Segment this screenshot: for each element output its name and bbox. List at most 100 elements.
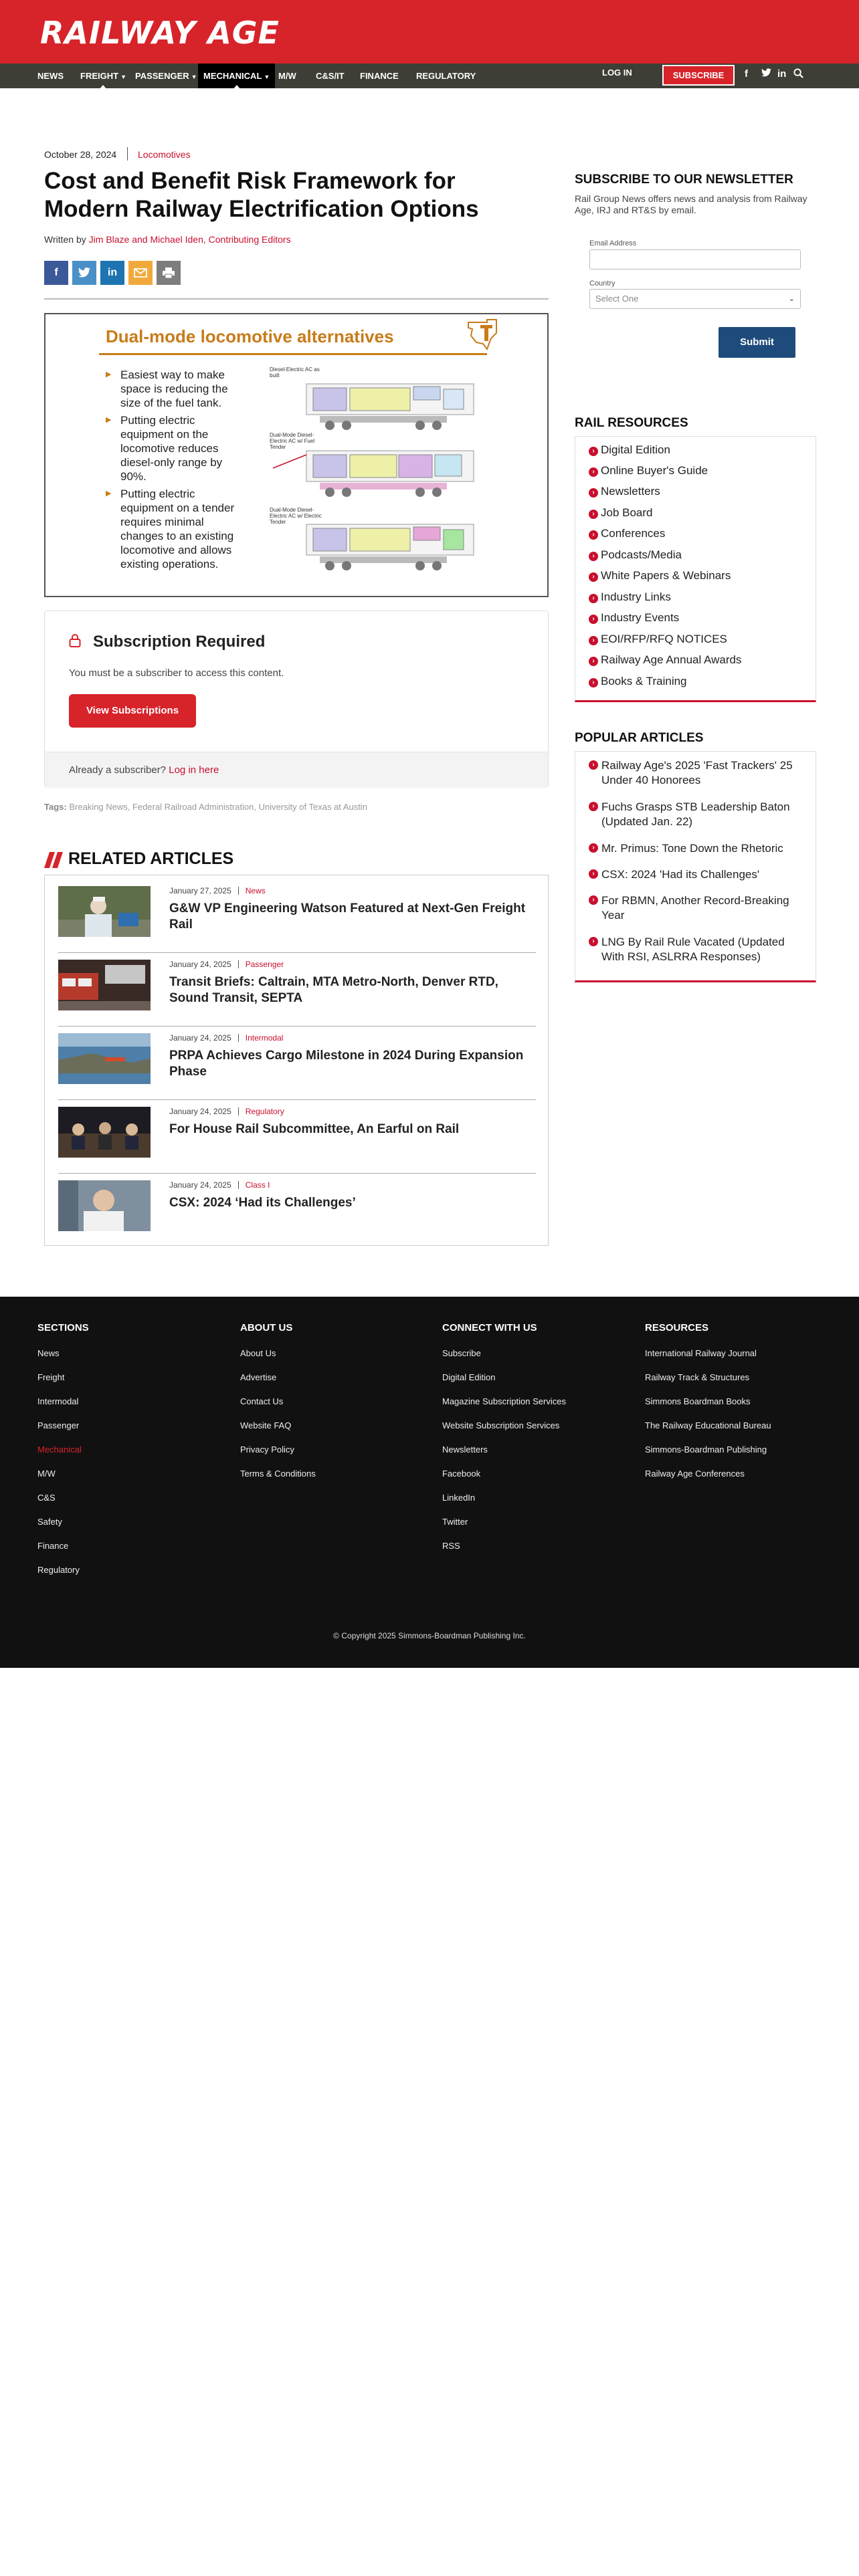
nav-item-freight[interactable]: FREIGHT ▼	[75, 64, 132, 90]
footer-link[interactable]: Subscribe	[442, 1348, 566, 1372]
resource-link[interactable]: › Books & Training	[589, 675, 687, 688]
footer-link[interactable]: Railway Age Conferences	[645, 1469, 771, 1493]
nav-item-cs-it[interactable]: C&S/IT	[310, 64, 350, 88]
twitter-icon[interactable]	[761, 68, 771, 80]
footer-link[interactable]: The Railway Educational Bureau	[645, 1420, 771, 1444]
footer-link[interactable]: Safety	[37, 1517, 89, 1541]
facebook-icon[interactable]: f	[44, 261, 68, 285]
nav-item-mw[interactable]: M/W	[273, 64, 302, 88]
footer-link[interactable]: Railway Track & Structures	[645, 1372, 771, 1396]
footer-link[interactable]: Digital Edition	[442, 1372, 566, 1396]
footer-link[interactable]: Twitter	[442, 1517, 566, 1541]
resource-link[interactable]: › Industry Links	[589, 591, 671, 604]
country-select[interactable]: Select One ⌄	[589, 289, 801, 309]
print-icon[interactable]	[157, 261, 181, 285]
facebook-icon[interactable]: f	[745, 68, 748, 80]
footer-link[interactable]: News	[37, 1348, 89, 1372]
resource-link[interactable]: › Industry Events	[589, 611, 679, 625]
footer-link[interactable]: M/W	[37, 1469, 89, 1493]
article-thumbnail[interactable]	[58, 886, 151, 937]
footer-link[interactable]: Advertise	[240, 1372, 316, 1396]
footer-link[interactable]: Facebook	[442, 1469, 566, 1493]
nav-item-passenger[interactable]: PASSENGER ▼	[130, 64, 203, 88]
tags-links[interactable]: Breaking News, Federal Railroad Administ…	[69, 802, 367, 812]
related-article[interactable]: January 24, 2025 Passenger Transit Briefs…	[58, 953, 536, 1027]
nav-item-regulatory[interactable]: REGULATORY	[411, 64, 481, 88]
related-article[interactable]: January 24, 2025 Intermodal PRPA Achieves…	[58, 1027, 536, 1100]
footer-link[interactable]: Terms & Conditions	[240, 1469, 316, 1493]
footer-heading: SECTIONS	[37, 1322, 89, 1333]
footer-link[interactable]: Contact Us	[240, 1396, 316, 1420]
resource-link[interactable]: › EOI/RFP/RFQ NOTICES	[589, 633, 727, 646]
search-icon[interactable]	[793, 68, 803, 81]
footer-link[interactable]: Freight	[37, 1372, 89, 1396]
footer-link[interactable]: LinkedIn	[442, 1493, 566, 1517]
login-link[interactable]: LOG IN	[602, 64, 632, 82]
popular-article-link[interactable]: › CSX: 2024 'Had its Challenges'	[589, 867, 809, 882]
footer-link[interactable]: Finance	[37, 1541, 89, 1565]
resource-link[interactable]: › Newsletters	[589, 485, 660, 498]
footer-link[interactable]: About Us	[240, 1348, 316, 1372]
author-link[interactable]: Jim Blaze and Michael Iden, Contributing…	[89, 234, 291, 245]
popular-article-link[interactable]: › Mr. Primus: Tone Down the Rhetoric	[589, 841, 809, 856]
resource-link[interactable]: › Conferences	[589, 527, 665, 540]
article-thumbnail[interactable]	[58, 1180, 151, 1231]
related-title-link[interactable]: PRPA Achieves Cargo Milestone in 2024 Du…	[169, 1048, 531, 1080]
email-icon[interactable]	[128, 261, 153, 285]
footer-link[interactable]: Privacy Policy	[240, 1444, 316, 1469]
footer-link[interactable]: C&S	[37, 1493, 89, 1517]
resource-label: Online Buyer's Guide	[601, 464, 708, 477]
resource-link[interactable]: › Job Board	[589, 506, 653, 520]
footer-link[interactable]: International Railway Journal	[645, 1348, 771, 1372]
related-article[interactable]: January 24, 2025 Regulatory For House Rai…	[58, 1100, 536, 1174]
popular-article-link[interactable]: › Fuchs Grasps STB Leadership Baton (Upda…	[589, 800, 809, 829]
login-here-link[interactable]: Log in here	[169, 764, 219, 776]
article-category-link[interactable]: Locomotives	[138, 149, 191, 160]
related-title-link[interactable]: G&W VP Engineering Watson Featured at Ne…	[169, 901, 531, 933]
article-thumbnail[interactable]	[58, 1107, 151, 1158]
footer-link[interactable]: Regulatory	[37, 1565, 89, 1589]
site-logo[interactable]: RAILWAY AGE	[40, 15, 280, 51]
related-article[interactable]: January 27, 2025 News G&W VP Engineering …	[58, 879, 536, 953]
footer-link[interactable]: Simmons-Boardman Publishing	[645, 1444, 771, 1469]
footer-link[interactable]: Magazine Subscription Services	[442, 1396, 566, 1420]
footer-link[interactable]: Intermodal	[37, 1396, 89, 1420]
already-subscriber-text: Already a subscriber?	[69, 764, 167, 776]
nav-item-mechanical[interactable]: MECHANICAL ▼	[198, 64, 276, 90]
resource-link[interactable]: › White Papers & Webinars	[589, 569, 731, 582]
nav-item-finance[interactable]: FINANCE	[355, 64, 404, 88]
article-thumbnail[interactable]	[58, 1033, 151, 1084]
footer-link[interactable]: RSS	[442, 1541, 566, 1565]
twitter-icon[interactable]	[72, 261, 96, 285]
email-field[interactable]	[589, 249, 801, 270]
popular-article-link[interactable]: › Railway Age's 2025 'Fast Trackers' 25 U…	[589, 758, 809, 788]
subscribe-button[interactable]: SUBSCRIBE	[662, 65, 735, 86]
footer-link[interactable]: Passenger	[37, 1420, 89, 1444]
related-title-link[interactable]: CSX: 2024 ‘Had its Challenges’	[169, 1195, 531, 1211]
nav-item-news[interactable]: NEWS	[32, 64, 69, 88]
footer-link[interactable]: Newsletters	[442, 1444, 566, 1469]
related-category-link[interactable]: Class I	[246, 1180, 270, 1190]
newsletter-submit-button[interactable]: Submit	[719, 327, 795, 358]
related-category-link[interactable]: Passenger	[246, 960, 284, 969]
resource-link[interactable]: › Digital Edition	[589, 443, 670, 457]
related-category-link[interactable]: Intermodal	[246, 1033, 284, 1043]
footer-link[interactable]: Website FAQ	[240, 1420, 316, 1444]
popular-article-link[interactable]: › For RBMN, Another Record-Breaking Year	[589, 893, 809, 923]
related-title-link[interactable]: Transit Briefs: Caltrain, MTA Metro-Nort…	[169, 974, 531, 1006]
related-article[interactable]: January 24, 2025 Class I CSX: 2024 ‘Had i…	[58, 1174, 536, 1247]
resource-link[interactable]: › Online Buyer's Guide	[589, 464, 708, 477]
footer-link[interactable]: Simmons Boardman Books	[645, 1396, 771, 1420]
view-subscriptions-button[interactable]: View Subscriptions	[69, 694, 196, 728]
related-category-link[interactable]: News	[246, 886, 266, 895]
footer-link[interactable]: Website Subscription Services	[442, 1420, 566, 1444]
resource-link[interactable]: › Railway Age Annual Awards	[589, 653, 741, 667]
related-category-link[interactable]: Regulatory	[246, 1107, 284, 1116]
linkedin-icon[interactable]: in	[777, 68, 786, 80]
article-thumbnail[interactable]	[58, 960, 151, 1010]
footer-link-active[interactable]: Mechanical	[37, 1444, 89, 1469]
resource-link[interactable]: › Podcasts/Media	[589, 548, 682, 562]
popular-article-link[interactable]: › LNG By Rail Rule Vacated (Updated With …	[589, 935, 809, 964]
linkedin-icon[interactable]: in	[100, 261, 124, 285]
related-title-link[interactable]: For House Rail Subcommittee, An Earful o…	[169, 1121, 531, 1138]
